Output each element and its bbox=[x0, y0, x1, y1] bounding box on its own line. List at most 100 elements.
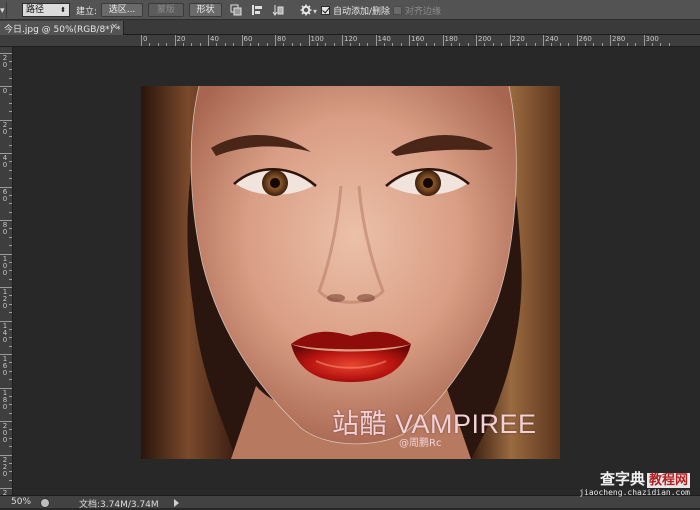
ruler-minor-tick bbox=[559, 43, 561, 46]
ruler-label: 20 bbox=[176, 35, 186, 43]
ruler-minor-tick bbox=[358, 43, 360, 46]
ruler-minor-tick bbox=[635, 43, 637, 46]
ruler-label: 2 2 0 bbox=[2, 455, 8, 478]
ruler-label: 1 8 0 bbox=[2, 388, 8, 411]
status-menu-arrow-icon[interactable] bbox=[174, 499, 179, 507]
ruler-minor-tick bbox=[9, 312, 12, 314]
ruler-minor-tick bbox=[9, 236, 12, 238]
align-edges-label: 对齐边缘 bbox=[405, 6, 442, 17]
ruler-minor-tick bbox=[9, 161, 12, 163]
ruler-minor-tick bbox=[9, 111, 12, 113]
ruler-minor-tick bbox=[9, 245, 12, 247]
ruler-minor-tick bbox=[9, 194, 12, 196]
ruler-major-tick bbox=[476, 35, 477, 46]
ruler-minor-tick bbox=[9, 328, 12, 330]
ruler-label: 6 0 bbox=[2, 187, 8, 203]
ruler-minor-tick bbox=[9, 261, 12, 263]
vertical-ruler[interactable]: 2 0 0 2 0 4 0 6 0 8 0 1 0 0 1 2 0 1 4 0 1 6 0 1 8 … bbox=[0, 47, 13, 495]
ruler-minor-tick bbox=[350, 43, 352, 46]
canvas-credit: @周鹏Rc bbox=[399, 438, 442, 449]
ruler-minor-tick bbox=[434, 43, 436, 46]
ruler-label: 80 bbox=[277, 35, 286, 43]
ruler-major-tick bbox=[643, 35, 645, 46]
horizontal-ruler[interactable]: 0 20 40 60 80 100 120 140 160 180 200 220 240 260 280 3… bbox=[0, 35, 700, 47]
tool-mode-select[interactable]: 路径 ⬍ bbox=[22, 3, 70, 17]
ruler-label: 60 bbox=[243, 35, 253, 43]
ruler-major-tick bbox=[141, 35, 142, 46]
ruler-minor-tick bbox=[283, 43, 285, 46]
ruler-minor-tick bbox=[9, 228, 12, 230]
ruler-minor-tick bbox=[517, 43, 519, 46]
ruler-minor-tick bbox=[9, 395, 12, 397]
document-tab-title: 今日.jpg @ 50%(RGB/8*) * bbox=[4, 24, 121, 35]
ruler-minor-tick bbox=[316, 43, 318, 46]
ruler-minor-tick bbox=[9, 437, 12, 439]
align-edges-checkbox[interactable] bbox=[393, 5, 402, 15]
site-watermark: 查字典 教程网 jiaocheng.chazidian.com bbox=[579, 472, 690, 499]
close-icon[interactable]: × bbox=[110, 22, 118, 32]
ruler-minor-tick bbox=[534, 43, 536, 46]
ruler-label: 1 2 0 bbox=[2, 288, 8, 310]
ruler-minor-tick bbox=[484, 43, 486, 46]
ruler-minor-tick bbox=[9, 69, 12, 71]
ruler-label: 2 0 bbox=[2, 120, 8, 136]
ruler-label: 100 bbox=[310, 35, 324, 43]
ruler-label: 2 0 0 bbox=[2, 422, 8, 444]
status-info-icon[interactable] bbox=[40, 498, 50, 508]
ruler-minor-tick bbox=[593, 43, 595, 46]
auto-add-delete-label: 自动添加/删除 bbox=[333, 6, 391, 17]
ruler-minor-tick bbox=[660, 43, 662, 46]
ruler-major-tick bbox=[342, 35, 343, 46]
ruler-minor-tick bbox=[9, 370, 12, 372]
zoom-level[interactable]: 50% bbox=[11, 497, 31, 507]
ruler-minor-tick bbox=[618, 43, 620, 46]
ruler-label: 1 6 0 bbox=[2, 355, 8, 377]
ruler-label: 40 bbox=[210, 35, 219, 43]
ruler-minor-tick bbox=[249, 43, 251, 46]
ruler-label: 8 0 bbox=[2, 221, 8, 236]
ruler-label: 240 bbox=[545, 35, 559, 43]
make-selection-button[interactable]: 选区... bbox=[101, 3, 143, 17]
ruler-major-tick bbox=[509, 35, 511, 46]
ruler-major-tick bbox=[576, 35, 578, 46]
ruler-minor-tick bbox=[9, 127, 12, 129]
path-arrangement-icon[interactable] bbox=[272, 4, 284, 16]
ruler-minor-tick bbox=[501, 43, 503, 46]
gear-icon[interactable] bbox=[300, 4, 312, 16]
document-tab[interactable]: 今日.jpg @ 50%(RGB/8*) * × bbox=[0, 21, 124, 35]
ruler-label: 300 bbox=[645, 35, 659, 43]
ruler-minor-tick bbox=[551, 43, 553, 46]
settings-arrow-icon[interactable]: ▾ bbox=[313, 4, 317, 18]
make-shape-button[interactable]: 形状 bbox=[189, 3, 222, 17]
make-mask-button[interactable]: 蒙版 bbox=[148, 3, 184, 17]
ruler-minor-tick bbox=[233, 43, 235, 46]
path-alignment-icon[interactable] bbox=[251, 4, 263, 16]
tool-mode-value: 路径 bbox=[26, 4, 45, 15]
ruler-major-tick bbox=[543, 35, 544, 46]
ruler-minor-tick bbox=[9, 60, 12, 62]
ruler-major-tick bbox=[308, 35, 310, 46]
ruler-label: 2 0 bbox=[2, 53, 8, 69]
ruler-minor-tick bbox=[258, 43, 260, 46]
ruler-minor-tick bbox=[9, 362, 12, 364]
options-bar: ▾ 路径 ⬍ 建立: 选区... 蒙版 形状 ▾ 自动添加/删除 对齐边缘 bbox=[0, 0, 700, 20]
ruler-minor-tick bbox=[9, 77, 12, 79]
ruler-minor-tick bbox=[392, 43, 394, 46]
divider bbox=[6, 2, 7, 18]
auto-add-delete-checkbox[interactable] bbox=[321, 5, 330, 15]
ruler-major-tick bbox=[241, 35, 243, 46]
ruler-label: 4 0 bbox=[2, 154, 8, 169]
ruler-major-tick bbox=[275, 35, 276, 46]
ruler-minor-tick bbox=[668, 43, 670, 46]
ruler-minor-tick bbox=[9, 295, 12, 297]
ruler-label: 0 bbox=[2, 87, 8, 95]
ruler-label: 120 bbox=[344, 35, 358, 43]
ruler-minor-tick bbox=[157, 43, 159, 46]
tool-preset-arrow-icon[interactable]: ▾ bbox=[0, 4, 5, 18]
ruler-minor-tick bbox=[216, 43, 218, 46]
ruler-minor-tick bbox=[9, 169, 12, 171]
path-operations-icon[interactable] bbox=[230, 4, 242, 16]
ruler-label: 1 0 0 bbox=[2, 254, 8, 277]
ruler-label: 180 bbox=[444, 35, 458, 43]
ruler-minor-tick bbox=[601, 43, 603, 46]
